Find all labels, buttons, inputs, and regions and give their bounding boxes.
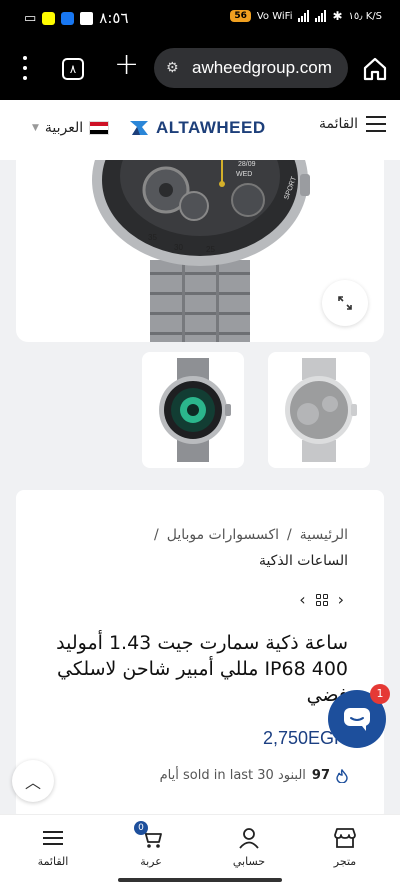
app-icon	[80, 11, 94, 25]
signal-icon	[298, 10, 310, 22]
menu-button[interactable]: القائمة	[319, 116, 386, 132]
store-icon	[334, 828, 356, 848]
address-bar[interactable]: ⚙ awheedgroup.com	[154, 48, 348, 88]
chevron-down-icon: ▼	[32, 123, 39, 133]
menu-label: القائمة	[319, 116, 358, 132]
watch-thumbnail-image	[285, 358, 357, 462]
battery-indicator: 56	[230, 10, 251, 22]
breadcrumb-separator: /	[287, 527, 292, 543]
sold-count-row: 97 البنود sold in last 30 أيام	[160, 768, 348, 783]
facebook-icon	[61, 11, 75, 25]
bezel-number: 30	[174, 243, 183, 252]
watch-thumbnail-image	[159, 358, 231, 462]
nav-store-label: متجر	[333, 855, 357, 868]
nav-account[interactable]: حسابي	[214, 825, 284, 868]
product-info-card: الرئيسية / اكسسوارات موبايل / الساعات الذكي…	[16, 490, 384, 820]
sold-count: 97	[311, 768, 330, 783]
grid-icon[interactable]	[315, 593, 328, 606]
nav-account-label: حسابي	[232, 855, 266, 868]
thumbnail-1[interactable]	[142, 352, 244, 468]
new-tab-icon[interactable]: +	[114, 50, 139, 80]
tab-switcher-button[interactable]: ٨	[62, 58, 84, 80]
site-settings-icon[interactable]: ⚙	[166, 60, 184, 76]
snapchat-icon	[42, 11, 56, 25]
signal-2-icon	[315, 10, 327, 22]
chevron-up-icon: ︿	[24, 773, 41, 792]
fire-icon	[336, 768, 348, 783]
chat-icon	[344, 708, 370, 731]
nav-store[interactable]: متجر	[310, 825, 380, 868]
breadcrumb-separator: /	[154, 527, 159, 543]
site-logo[interactable]: ALTAWHEED	[128, 117, 266, 139]
nav-cart-label: عربة	[140, 855, 162, 868]
user-icon	[239, 828, 259, 849]
status-bar: 56 Vo WiFi ✱ ١٥٫ K/S ▭ ٨:٥٦	[0, 0, 400, 36]
language-selector[interactable]: ▼ العربية	[32, 120, 110, 136]
breadcrumb: الرئيسية / اكسسوارات موبايل / الساعات الذكي…	[48, 522, 348, 574]
speed-indicator: ١٥٫ K/S	[348, 10, 382, 22]
clock: ٨:٥٦	[99, 9, 129, 27]
logo-text: ALTAWHEED	[156, 118, 266, 137]
watch-day: WED	[236, 171, 252, 178]
nav-menu-label: القائمة	[37, 855, 69, 868]
bezel-number: 25	[206, 245, 215, 254]
breadcrumb-home[interactable]: الرئيسية	[300, 527, 348, 543]
message-icon: ▭	[24, 10, 37, 26]
product-image-main[interactable]: 28/09 WED SPORT 35 30 25	[16, 160, 384, 342]
thumbnail-2[interactable]	[268, 352, 370, 468]
hamburger-icon	[366, 116, 386, 132]
egypt-flag-icon	[89, 121, 110, 135]
status-right: 56 Vo WiFi ✱ ١٥٫ K/S	[230, 9, 382, 23]
nav-menu[interactable]: القائمة	[18, 825, 88, 868]
bezel-number: 35	[148, 233, 157, 242]
bluetooth-icon: ✱	[332, 9, 343, 23]
language-label: العربية	[44, 120, 84, 136]
home-icon[interactable]	[362, 56, 388, 82]
status-left: ▭ ٨:٥٦	[24, 9, 129, 27]
cart-badge: 0	[134, 821, 148, 835]
watch-date: 28/09	[238, 161, 256, 168]
menu-icon	[43, 831, 63, 845]
breadcrumb-current[interactable]: الساعات الذكية	[259, 553, 348, 569]
bottom-navigation: متجر حسابي 0 عربة القائمة	[0, 814, 400, 888]
previous-product-icon[interactable]: ›	[299, 590, 305, 609]
logo-mark-icon	[130, 121, 148, 135]
product-title: ساعة ذكية سمارت جيت 1.43 أموليد IP68 400…	[56, 632, 348, 706]
nav-cart[interactable]: 0 عربة	[116, 821, 186, 868]
url-text: awheedgroup.com	[192, 58, 332, 77]
browser-menu-icon[interactable]	[18, 56, 32, 80]
next-product-icon[interactable]: ‹	[338, 590, 344, 609]
breadcrumb-category[interactable]: اكسسوارات موبايل	[167, 527, 279, 543]
network-label: Vo WiFi	[256, 10, 293, 22]
site-header: القائمة ALTAWHEED ▼ العربية	[0, 100, 400, 160]
gesture-bar[interactable]	[118, 878, 282, 882]
sold-text: البنود sold in last 30 أيام	[159, 768, 306, 783]
zoom-button[interactable]	[322, 280, 368, 326]
scroll-top-button[interactable]: ︿	[12, 760, 54, 802]
browser-toolbar: ٨ + ⚙ awheedgroup.com	[0, 36, 400, 100]
chat-badge: 1	[370, 684, 390, 704]
expand-icon	[338, 296, 352, 310]
product-navigation: ‹ ›	[299, 590, 344, 609]
